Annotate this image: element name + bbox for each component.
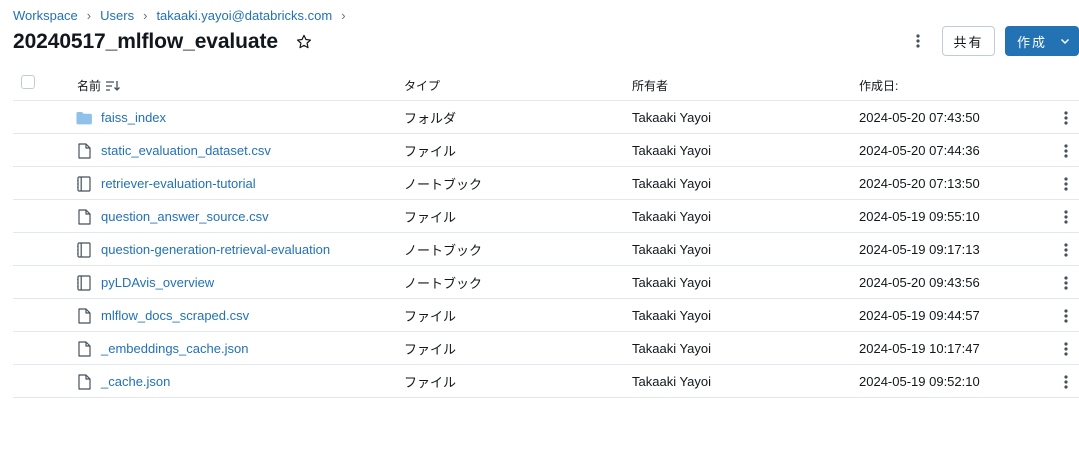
row-more-options-icon[interactable] [1059, 241, 1073, 258]
file-icon [76, 142, 92, 159]
create-button-label: 作成 [1017, 34, 1048, 50]
item-created: 2024-05-19 09:52:10 [859, 374, 980, 389]
item-owner: Takaaki Yayoi [632, 209, 712, 224]
breadcrumb-users[interactable]: Users [100, 8, 134, 23]
item-name-link[interactable]: _embeddings_cache.json [101, 332, 248, 365]
item-name-link[interactable]: question-generation-retrieval-evaluation [101, 233, 330, 266]
row-more-options-icon[interactable] [1059, 373, 1073, 390]
item-name-link[interactable]: question_answer_source.csv [101, 200, 269, 233]
item-owner: Takaaki Yayoi [632, 110, 712, 125]
column-header-owner[interactable]: 所有者 [632, 77, 668, 94]
notebook-icon [76, 175, 92, 192]
file-icon [76, 373, 92, 390]
column-header-created[interactable]: 作成日: [859, 77, 898, 94]
column-header-name[interactable]: 名前 [77, 77, 121, 94]
item-created: 2024-05-20 09:43:56 [859, 275, 980, 290]
item-owner: Takaaki Yayoi [632, 275, 712, 290]
breadcrumb-separator-icon: › [143, 8, 148, 23]
item-type: ファイル [404, 309, 457, 324]
row-more-options-icon[interactable] [1059, 340, 1073, 357]
breadcrumb-user-folder[interactable]: takaaki.yayoi@databricks.com [156, 8, 332, 23]
file-icon [76, 340, 92, 357]
item-owner: Takaaki Yayoi [632, 374, 712, 389]
row-more-options-icon[interactable] [1059, 208, 1073, 225]
item-owner: Takaaki Yayoi [632, 341, 712, 356]
page-title: 20240517_mlflow_evaluate [13, 30, 278, 53]
item-owner: Takaaki Yayoi [632, 308, 712, 323]
row-more-options-icon[interactable] [1059, 142, 1073, 159]
breadcrumb-workspace[interactable]: Workspace [13, 8, 78, 23]
item-type: ノートブック [404, 243, 483, 258]
star-icon[interactable] [295, 33, 313, 51]
breadcrumb: Workspace › Users › takaaki.yayoi@databr… [13, 8, 355, 23]
share-button[interactable]: 共有 [942, 26, 995, 56]
folder-icon [76, 109, 92, 126]
row-more-options-icon[interactable] [1059, 175, 1073, 192]
file-icon [76, 208, 92, 225]
item-created: 2024-05-19 09:44:57 [859, 308, 980, 323]
table-row[interactable]: static_evaluation_dataset.csv ファイル Takaa… [13, 134, 1079, 167]
item-name-link[interactable]: pyLDAvis_overview [101, 266, 214, 299]
item-type: ファイル [404, 342, 457, 357]
row-more-options-icon[interactable] [1059, 109, 1073, 126]
item-created: 2024-05-20 07:43:50 [859, 110, 980, 125]
item-owner: Takaaki Yayoi [632, 242, 712, 257]
row-divider [13, 397, 1079, 398]
sort-icon[interactable] [105, 79, 121, 93]
table-row[interactable]: question-generation-retrieval-evaluation… [13, 233, 1079, 266]
item-name-link[interactable]: _cache.json [101, 365, 170, 398]
item-created: 2024-05-19 09:17:13 [859, 242, 980, 257]
item-name-link[interactable]: retriever-evaluation-tutorial [101, 167, 256, 200]
row-more-options-icon[interactable] [1059, 274, 1073, 291]
table-row[interactable]: mlflow_docs_scraped.csv ファイル Takaaki Yay… [13, 299, 1079, 332]
row-more-options-icon[interactable] [1059, 307, 1073, 324]
item-created: 2024-05-20 07:44:36 [859, 143, 980, 158]
item-type: ファイル [404, 375, 457, 390]
table-row[interactable]: question_answer_source.csv ファイル Takaaki … [13, 200, 1079, 233]
item-name-link[interactable]: static_evaluation_dataset.csv [101, 134, 271, 167]
table-row[interactable]: faiss_index フォルダ Takaaki Yayoi 2024-05-2… [13, 101, 1079, 134]
column-header-type[interactable]: タイプ [404, 77, 440, 94]
column-header-name-label: 名前 [77, 79, 102, 93]
item-type: ノートブック [404, 276, 483, 291]
table-row[interactable]: retriever-evaluation-tutorial ノートブック Tak… [13, 167, 1079, 200]
item-created: 2024-05-20 07:13:50 [859, 176, 980, 191]
more-options-icon[interactable] [909, 32, 927, 50]
item-name-link[interactable]: faiss_index [101, 101, 166, 134]
item-created: 2024-05-19 10:17:47 [859, 341, 980, 356]
item-owner: Takaaki Yayoi [632, 143, 712, 158]
file-icon [76, 307, 92, 324]
item-type: ファイル [404, 144, 457, 159]
item-type: フォルダ [404, 111, 457, 126]
chevron-down-icon[interactable] [1059, 35, 1071, 47]
item-owner: Takaaki Yayoi [632, 176, 712, 191]
notebook-icon [76, 241, 92, 258]
table-row[interactable]: pyLDAvis_overview ノートブック Takaaki Yayoi 2… [13, 266, 1079, 299]
title-row: 20240517_mlflow_evaluate [13, 30, 313, 54]
notebook-icon [76, 274, 92, 291]
table-row[interactable]: _embeddings_cache.json ファイル Takaaki Yayo… [13, 332, 1079, 365]
item-created: 2024-05-19 09:55:10 [859, 209, 980, 224]
table-row[interactable]: _cache.json ファイル Takaaki Yayoi 2024-05-1… [13, 365, 1079, 398]
select-all-checkbox[interactable] [21, 75, 35, 89]
breadcrumb-separator-icon: › [341, 8, 346, 23]
item-type: ファイル [404, 210, 457, 225]
breadcrumb-separator-icon: › [86, 8, 92, 23]
item-type: ノートブック [404, 177, 483, 192]
create-button[interactable]: 作成 [1005, 26, 1079, 56]
item-name-link[interactable]: mlflow_docs_scraped.csv [101, 299, 249, 332]
